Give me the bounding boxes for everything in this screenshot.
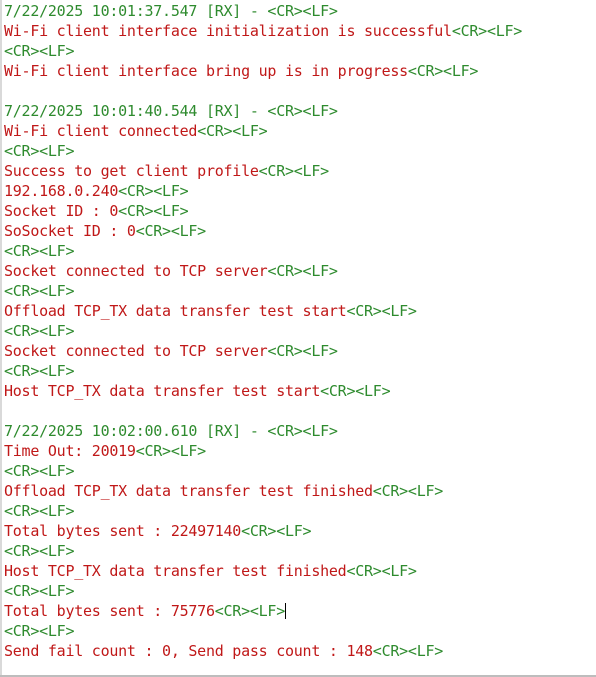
log-text: Host TCP_TX data transfer test finished bbox=[4, 562, 347, 580]
crlf-marker: <CR><LF> bbox=[4, 622, 75, 640]
crlf-marker: <CR><LF> bbox=[4, 322, 75, 340]
control-line: <CR><LF> bbox=[4, 581, 596, 601]
log-text: Host TCP_TX data transfer test start bbox=[4, 382, 321, 400]
crlf-marker: <CR><LF> bbox=[4, 142, 75, 160]
rx-header-text: 7/22/2025 10:01:40.544 [RX] - <CR><LF> bbox=[4, 102, 338, 120]
log-line: Wi-Fi client interface initialization is… bbox=[4, 21, 596, 41]
log-line: Send fail count : 0, Send pass count : 1… bbox=[4, 641, 596, 661]
text-caret-icon bbox=[285, 603, 286, 619]
crlf-marker: <CR><LF> bbox=[451, 22, 523, 40]
log-text: Total bytes sent : 75776 bbox=[4, 602, 215, 620]
crlf-marker: <CR><LF> bbox=[214, 602, 286, 620]
crlf-marker: <CR><LF> bbox=[258, 162, 330, 180]
log-line: Total bytes sent : 75776<CR><LF> bbox=[4, 601, 596, 621]
log-line: Socket connected to TCP server<CR><LF> bbox=[4, 261, 596, 281]
crlf-marker: <CR><LF> bbox=[346, 302, 417, 320]
crlf-marker: <CR><LF> bbox=[4, 282, 75, 300]
control-line: <CR><LF> bbox=[4, 41, 596, 61]
crlf-marker: <CR><LF> bbox=[4, 42, 75, 60]
log-text: Socket connected to TCP server bbox=[4, 342, 268, 360]
log-text: Send fail count : 0, Send pass count : 1… bbox=[4, 642, 373, 660]
terminal-output[interactable]: 7/22/2025 10:01:37.547 [RX] - <CR><LF> Wi… bbox=[0, 0, 596, 677]
crlf-marker: <CR><LF> bbox=[346, 562, 417, 580]
log-line: Offload TCP_TX data transfer test start<… bbox=[4, 301, 596, 321]
control-line: <CR><LF> bbox=[4, 361, 596, 381]
log-text: Offload TCP_TX data transfer test finish… bbox=[4, 482, 373, 500]
log-line: Socket connected to TCP server<CR><LF> bbox=[4, 341, 596, 361]
crlf-marker: <CR><LF> bbox=[241, 522, 312, 540]
log-line: Total bytes sent : 22497140<CR><LF> bbox=[4, 521, 596, 541]
window-border-left bbox=[0, 0, 2, 677]
log-text: Time Out: 20019 bbox=[4, 442, 136, 460]
rx-header-line: 7/22/2025 10:01:37.547 [RX] - <CR><LF> bbox=[4, 1, 596, 21]
rx-header-text: 7/22/2025 10:01:37.547 [RX] - <CR><LF> bbox=[4, 2, 338, 20]
log-text: Success to get client profile bbox=[4, 162, 259, 180]
crlf-marker: <CR><LF> bbox=[118, 202, 189, 220]
log-line: Wi-Fi client interface bring up is in pr… bbox=[4, 61, 596, 81]
crlf-marker: <CR><LF> bbox=[197, 122, 268, 140]
log-text: Offload TCP_TX data transfer test start bbox=[4, 302, 347, 320]
control-line: <CR><LF> bbox=[4, 281, 596, 301]
crlf-marker: <CR><LF> bbox=[4, 502, 75, 520]
log-line: Socket ID : 0<CR><LF> bbox=[4, 201, 596, 221]
crlf-marker: <CR><LF> bbox=[267, 262, 338, 280]
crlf-marker: <CR><LF> bbox=[4, 542, 75, 560]
log-line: SoSocket ID : 0<CR><LF> bbox=[4, 221, 596, 241]
rx-header-line: 7/22/2025 10:01:40.544 [RX] - <CR><LF> bbox=[4, 101, 596, 121]
crlf-marker: <CR><LF> bbox=[4, 362, 75, 380]
log-text: SoSocket ID : 0 bbox=[4, 222, 136, 240]
log-line: Success to get client profile<CR><LF> bbox=[4, 161, 596, 181]
crlf-marker: <CR><LF> bbox=[4, 242, 75, 260]
crlf-marker: <CR><LF> bbox=[372, 642, 444, 660]
control-line: <CR><LF> bbox=[4, 461, 596, 481]
log-line: Wi-Fi client connected<CR><LF> bbox=[4, 121, 596, 141]
log-text: Wi-Fi client interface initialization is… bbox=[4, 22, 452, 40]
control-line: <CR><LF> bbox=[4, 321, 596, 341]
log-line: Host TCP_TX data transfer test start<CR>… bbox=[4, 381, 596, 401]
crlf-marker: <CR><LF> bbox=[118, 182, 189, 200]
crlf-marker: <CR><LF> bbox=[4, 462, 75, 480]
crlf-marker: <CR><LF> bbox=[407, 62, 479, 80]
log-line: Time Out: 20019<CR><LF> bbox=[4, 441, 596, 461]
log-line: Offload TCP_TX data transfer test finish… bbox=[4, 481, 596, 501]
log-text: Total bytes sent : 22497140 bbox=[4, 522, 242, 540]
log-text: Socket ID : 0 bbox=[4, 202, 119, 220]
log-line: 192.168.0.240<CR><LF> bbox=[4, 181, 596, 201]
crlf-marker: <CR><LF> bbox=[135, 442, 207, 460]
control-line: <CR><LF> bbox=[4, 541, 596, 561]
rx-header-line: 7/22/2025 10:02:00.610 [RX] - <CR><LF> bbox=[4, 421, 596, 441]
control-line: <CR><LF> bbox=[4, 141, 596, 161]
crlf-marker: <CR><LF> bbox=[320, 382, 391, 400]
control-line: <CR><LF> bbox=[4, 241, 596, 261]
log-line: Host TCP_TX data transfer test finished<… bbox=[4, 561, 596, 581]
control-line: <CR><LF> bbox=[4, 501, 596, 521]
log-text: 192.168.0.240 bbox=[4, 182, 119, 200]
log-text: Wi-Fi client interface bring up is in pr… bbox=[4, 62, 408, 80]
crlf-marker: <CR><LF> bbox=[267, 342, 338, 360]
crlf-marker: <CR><LF> bbox=[135, 222, 207, 240]
crlf-marker: <CR><LF> bbox=[372, 482, 444, 500]
log-text: Socket connected to TCP server bbox=[4, 262, 268, 280]
rx-header-text: 7/22/2025 10:02:00.610 [RX] - <CR><LF> bbox=[4, 422, 338, 440]
log-text: Wi-Fi client connected bbox=[4, 122, 198, 140]
control-line: <CR><LF> bbox=[4, 621, 596, 641]
crlf-marker: <CR><LF> bbox=[4, 582, 75, 600]
